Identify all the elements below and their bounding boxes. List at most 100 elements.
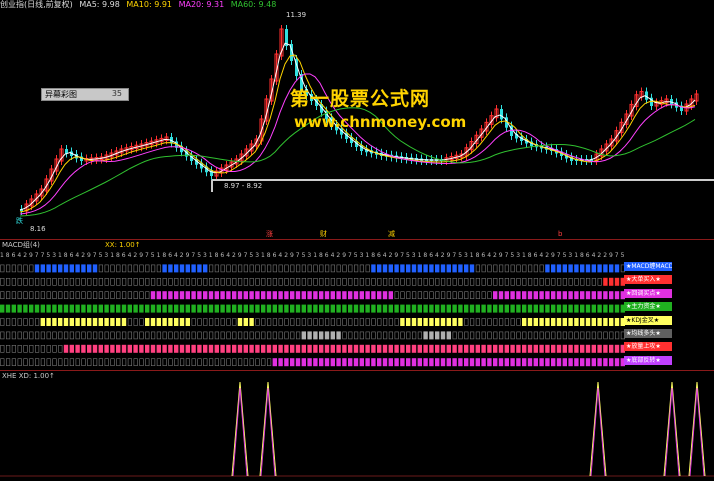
strip-cell-empty	[580, 277, 585, 286]
strip-cell-empty	[261, 331, 266, 340]
strip-cell	[307, 331, 312, 340]
strip-digit: 9	[551, 252, 555, 259]
strip-digit: 1	[418, 252, 422, 259]
strip-cell	[498, 291, 504, 300]
strip-cell	[377, 264, 382, 273]
strip-cell	[585, 318, 591, 326]
strip-cell-empty	[81, 291, 86, 300]
strip-cell	[69, 344, 74, 353]
strip-digit: 6	[429, 252, 433, 259]
strip-cell	[197, 344, 202, 353]
strip-digit: 4	[75, 252, 79, 259]
strip-cell	[597, 344, 602, 353]
strip-cell-empty	[359, 331, 365, 340]
strip-cell	[174, 264, 179, 273]
strip-cell-empty	[220, 318, 225, 326]
strip-cell-empty	[585, 277, 591, 286]
strip-cell	[603, 291, 608, 300]
strip-cell	[400, 344, 405, 353]
strip-cell-empty	[87, 277, 92, 286]
strip-digit: 9	[342, 252, 346, 259]
strip-cell-empty	[487, 318, 492, 326]
strip-cell-empty	[0, 358, 5, 366]
strip-digit: 6	[377, 252, 381, 259]
strip-cell-empty	[324, 264, 330, 273]
strip-cell-empty	[336, 277, 341, 286]
strip-cell	[121, 318, 127, 326]
strip-cell-empty	[446, 277, 452, 286]
strip-cell	[580, 318, 585, 326]
strip-cell	[545, 318, 550, 326]
strip-cell-empty	[197, 277, 202, 286]
strip-cell-empty	[133, 318, 138, 326]
strip-cell	[609, 318, 614, 326]
signal-tag-7: ★放量上攻★	[624, 342, 672, 352]
strip-cell	[394, 344, 399, 353]
strip-cell-empty	[487, 277, 492, 286]
strip-cell-empty	[516, 331, 521, 340]
strip-digit: 9	[87, 252, 91, 259]
strip-digit: 4	[383, 252, 387, 259]
strip-cell-empty	[46, 358, 51, 366]
strip-cell	[168, 318, 173, 326]
strip-cell-empty	[139, 318, 144, 326]
strip-cell	[174, 318, 179, 326]
strip-cell-empty	[75, 331, 80, 340]
strip-cell-empty	[46, 331, 51, 340]
strip-cell	[487, 344, 492, 353]
strip-cell	[574, 318, 579, 326]
strip-cell-empty	[597, 277, 602, 286]
strip-cell-empty	[290, 264, 295, 273]
strip-cell-empty	[209, 331, 214, 340]
strip-cell	[330, 291, 335, 300]
strip-cell	[574, 264, 579, 273]
strip-cell	[191, 344, 196, 353]
strip-cell-empty	[400, 291, 405, 300]
strip-cell-empty	[220, 264, 225, 273]
strip-cell-empty	[127, 277, 133, 286]
strip-cell	[533, 358, 538, 367]
strip-cell	[400, 358, 405, 367]
strip-cell-empty	[498, 264, 504, 273]
strip-cell	[568, 344, 573, 353]
strip-cell-empty	[388, 318, 394, 326]
marker-rise: 涨	[266, 229, 273, 238]
strip-cell-empty	[203, 277, 208, 286]
strip-cell-empty	[498, 331, 504, 340]
strip-cell-empty	[417, 331, 423, 340]
strip-cell	[580, 304, 585, 313]
strip-cell	[493, 304, 498, 313]
strip-digit: 9	[609, 252, 613, 259]
strip-cell-empty	[278, 277, 283, 286]
strip-cell	[301, 358, 306, 367]
strip-cell	[446, 264, 451, 273]
strip-digit: 2	[441, 252, 445, 259]
strip-cell	[237, 318, 243, 326]
strip-cell-empty	[429, 291, 434, 300]
strip-cell-empty	[29, 318, 34, 326]
strip-cell-empty	[365, 331, 370, 340]
strip-digit: 4	[226, 252, 230, 259]
strip-cell-empty	[249, 331, 254, 340]
strip-cell-empty	[290, 331, 295, 340]
strip-cell	[429, 344, 434, 353]
strip-cell	[591, 318, 596, 326]
signal-tag-1: ★MACD缠MACD★	[624, 262, 672, 271]
strip-cell	[568, 264, 573, 273]
strip-cell-empty	[377, 277, 382, 286]
strip-cell-empty	[394, 331, 399, 340]
strip-cell	[545, 344, 550, 353]
strip-cell-empty	[330, 264, 336, 273]
strip-cell-empty	[371, 318, 376, 326]
strip-digit: 6	[534, 252, 538, 259]
strip-cell	[545, 358, 550, 367]
strip-cell	[568, 358, 573, 367]
strip-cell	[110, 344, 115, 353]
strip-cell-empty	[87, 358, 92, 366]
strip-cell-empty	[423, 291, 428, 300]
strip-cell	[104, 344, 109, 353]
strip-cell-empty	[226, 264, 231, 273]
strip-cell	[226, 291, 231, 300]
strip-digit: 4	[592, 252, 596, 259]
strip-cell	[295, 304, 301, 313]
